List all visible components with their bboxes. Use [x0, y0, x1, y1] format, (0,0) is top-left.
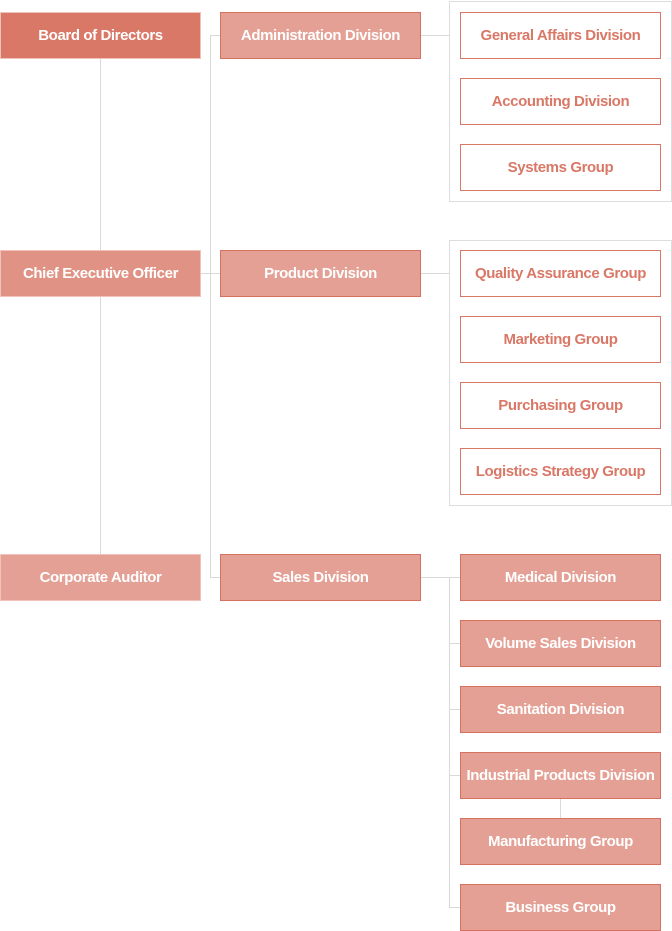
product-division-box[interactable]: Product Division — [220, 250, 421, 297]
general-affairs-division-box[interactable]: General Affairs Division — [460, 12, 661, 59]
quality-assurance-group-box[interactable]: Quality Assurance Group — [460, 250, 661, 297]
purchasing-group-box[interactable]: Purchasing Group — [460, 382, 661, 429]
connector-product-panel — [420, 273, 450, 274]
connector-sales-to-trunk — [420, 577, 460, 578]
connector-industrial-manufacturing — [560, 798, 561, 818]
sanitation-division-box[interactable]: Sanitation Division — [460, 686, 661, 733]
connector-sales-trunk — [449, 577, 450, 908]
board-of-directors-box[interactable]: Board of Directors — [0, 12, 201, 59]
accounting-division-box[interactable]: Accounting Division — [460, 78, 661, 125]
connector-division-trunk — [210, 35, 211, 578]
connector-admin-panel — [420, 35, 450, 36]
corporate-auditor-box[interactable]: Corporate Auditor — [0, 554, 201, 601]
industrial-products-division-box[interactable]: Industrial Products Division — [460, 752, 661, 799]
connector-sales-child-4 — [449, 775, 460, 776]
connector-sales-branch — [210, 577, 220, 578]
connector-board-ceo — [100, 58, 101, 250]
connector-sales-child-3 — [449, 709, 460, 710]
connector-ceo-auditor — [100, 296, 101, 554]
connector-sales-child-2 — [449, 643, 460, 644]
logistics-strategy-group-box[interactable]: Logistics Strategy Group — [460, 448, 661, 495]
volume-sales-division-box[interactable]: Volume Sales Division — [460, 620, 661, 667]
connector-sales-child-6 — [449, 907, 460, 908]
marketing-group-box[interactable]: Marketing Group — [460, 316, 661, 363]
business-group-box[interactable]: Business Group — [460, 884, 661, 931]
ceo-box[interactable]: Chief Executive Officer — [0, 250, 201, 297]
systems-group-box[interactable]: Systems Group — [460, 144, 661, 191]
connector-ceo-product — [200, 273, 220, 274]
manufacturing-group-box[interactable]: Manufacturing Group — [460, 818, 661, 865]
administration-division-box[interactable]: Administration Division — [220, 12, 421, 59]
connector-admin-branch — [210, 35, 220, 36]
medical-division-box[interactable]: Medical Division — [460, 554, 661, 601]
sales-division-box[interactable]: Sales Division — [220, 554, 421, 601]
